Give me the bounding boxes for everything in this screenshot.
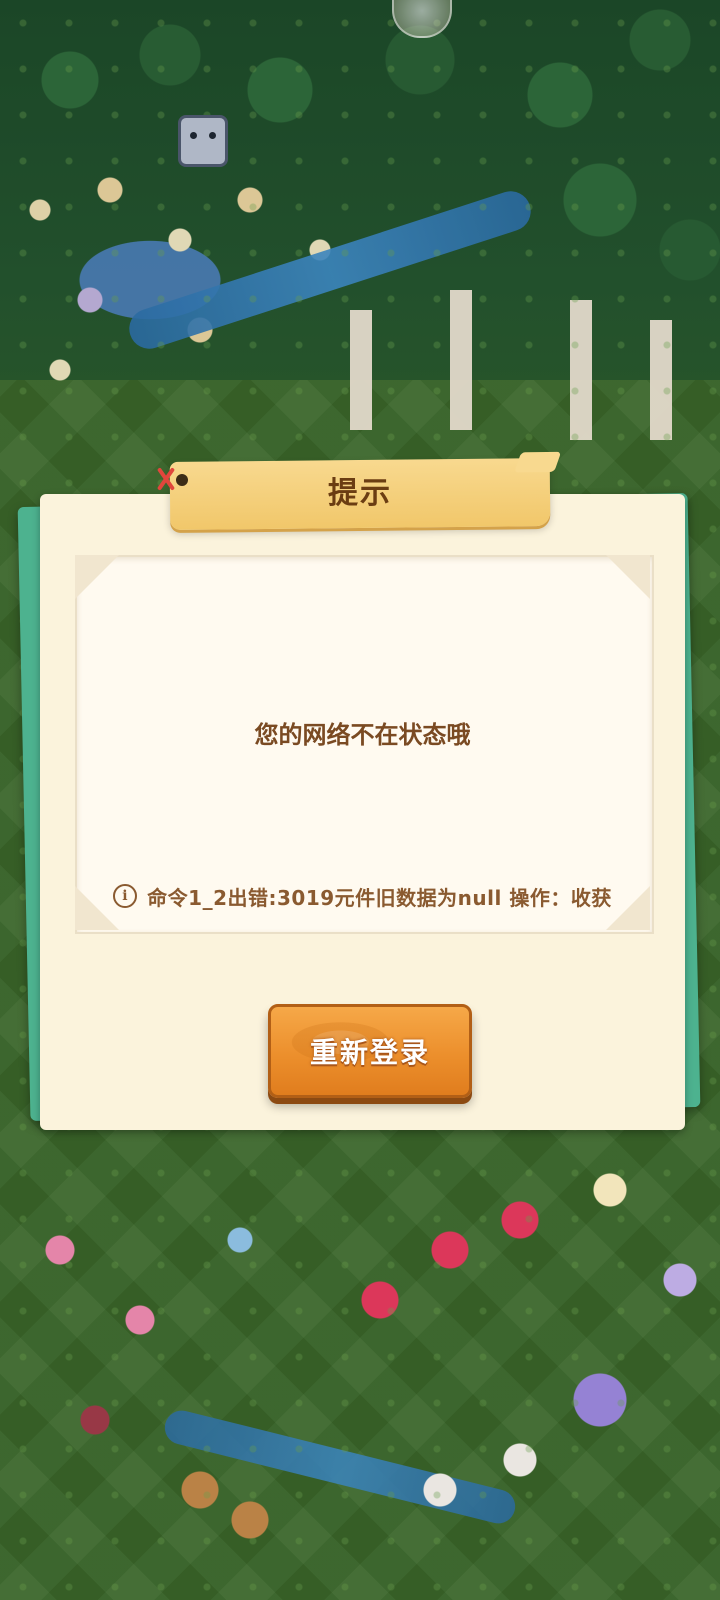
- error-detail-text: 命令1_2出错:3019元件旧数据为null 操作：收获: [147, 885, 612, 910]
- paper-corner: [75, 555, 119, 599]
- info-icon: i: [113, 884, 138, 908]
- dialog-message: 您的网络不在状态哦: [254, 721, 471, 749]
- relogin-button-label: 重新登录: [309, 1036, 430, 1069]
- error-detail: i 命令1_2出错:3019元件旧数据为null 操作：收获: [75, 880, 650, 912]
- dialog-title: 提示: [328, 476, 392, 511]
- paper-corner: [606, 555, 650, 599]
- relogin-button[interactable]: 重新登录: [268, 1004, 472, 1098]
- game-screen: 提示 您的网络不在状态哦 i 命令1_2出错:3019元件旧数据为null 操作…: [0, 0, 720, 1600]
